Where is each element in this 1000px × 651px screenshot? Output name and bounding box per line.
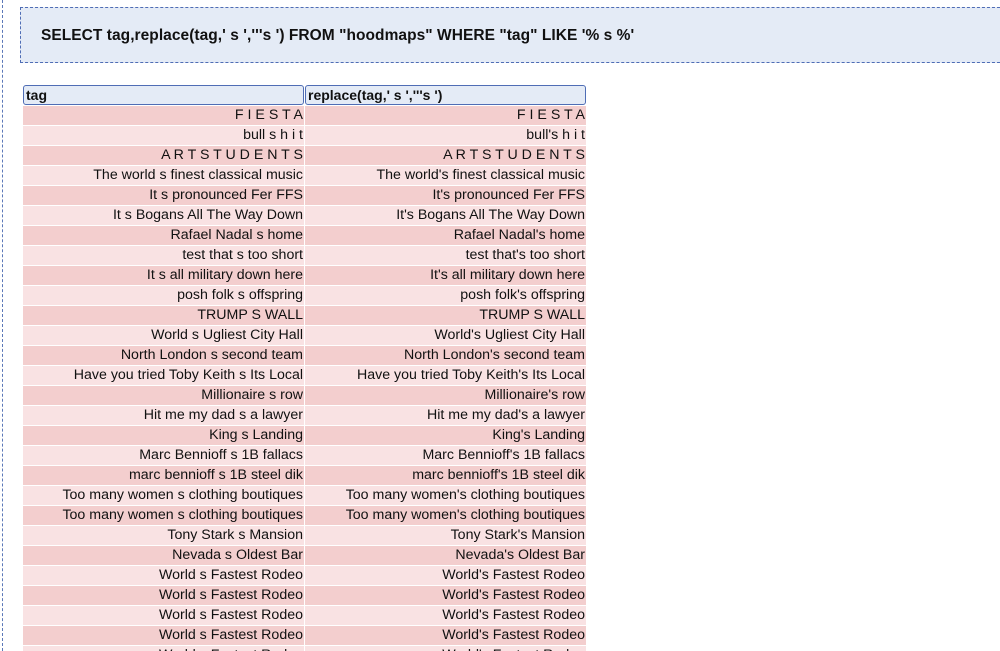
cell-replaced-tag: Nevada's Oldest Bar xyxy=(305,546,586,565)
cell-replaced-tag: Millionaire's row xyxy=(305,386,586,405)
cell-tag: Have you tried Toby Keith s Its Local xyxy=(23,366,304,385)
cell-replaced-tag: King's Landing xyxy=(305,426,586,445)
results-table: tag replace(tag,' s ','''s ') F I E S T … xyxy=(22,84,587,651)
cell-replaced-tag: World's Fastest Rodeo xyxy=(305,606,586,625)
results-header-row: tag replace(tag,' s ','''s ') xyxy=(23,85,586,105)
cell-replaced-tag: marc bennioff's 1B steel dik xyxy=(305,466,586,485)
cell-replaced-tag: It's pronounced Fer FFS xyxy=(305,186,586,205)
cell-tag: World s Fastest Rodeo xyxy=(23,606,304,625)
cell-tag: King s Landing xyxy=(23,426,304,445)
table-row: Have you tried Toby Keith s Its Local Hav… xyxy=(23,366,586,385)
left-divider xyxy=(2,0,3,651)
cell-replaced-tag: Tony Stark's Mansion xyxy=(305,526,586,545)
query-results-page: SELECT tag,replace(tag,' s ','''s ') FRO… xyxy=(0,0,1000,651)
table-row: The world s finest classical music The wo… xyxy=(23,166,586,185)
table-row: TRUMP S WALL TRUMP S WALL xyxy=(23,306,586,325)
cell-tag: Too many women s clothing boutiques xyxy=(23,486,304,505)
table-row: Millionaire s row Millionaire's row xyxy=(23,386,586,405)
table-row: Hit me my dad s a lawyer Hit me my dad's … xyxy=(23,406,586,425)
table-row: World s Fastest RodeoWorld's Fastest Rod… xyxy=(23,586,586,605)
cell-replaced-tag: World's Fastest Rodeo xyxy=(305,586,586,605)
cell-replaced-tag: Too many women's clothing boutiques xyxy=(305,486,586,505)
table-row: posh folk s offspring posh folk's offspri… xyxy=(23,286,586,305)
cell-tag: World s Fastest Rodeo xyxy=(23,566,304,585)
cell-tag: TRUMP S WALL xyxy=(23,306,304,325)
cell-replaced-tag: World's Ugliest City Hall xyxy=(305,326,586,345)
cell-replaced-tag: The world's finest classical music xyxy=(305,166,586,185)
table-row: Tony Stark s Mansion Tony Stark's Mansion xyxy=(23,526,586,545)
cell-replaced-tag: World's Fastest Rodeo xyxy=(305,626,586,645)
cell-tag: Rafael Nadal s home xyxy=(23,226,304,245)
table-row: It s all military down here It's all mili… xyxy=(23,266,586,285)
cell-replaced-tag: Hit me my dad's a lawyer xyxy=(305,406,586,425)
cell-replaced-tag: Have you tried Toby Keith's Its Local xyxy=(305,366,586,385)
cell-tag: A R T S T U D E N T S xyxy=(23,146,304,165)
table-row: marc bennioff s 1B steel dik marc benniof… xyxy=(23,466,586,485)
cell-tag: marc bennioff s 1B steel dik xyxy=(23,466,304,485)
cell-tag: Nevada s Oldest Bar xyxy=(23,546,304,565)
cell-replaced-tag: Marc Bennioff's 1B fallacs xyxy=(305,446,586,465)
table-row: bull s h i t bull's h i t xyxy=(23,126,586,145)
table-row: Nevada s Oldest Bar Nevada's Oldest Bar xyxy=(23,546,586,565)
cell-replaced-tag: A R T S T U D E N T S xyxy=(305,146,586,165)
table-row: A R T S T U D E N T SA R T S T U D E N T… xyxy=(23,146,586,165)
column-header-replace[interactable]: replace(tag,' s ','''s ') xyxy=(305,85,586,105)
cell-replaced-tag: It's all military down here xyxy=(305,266,586,285)
table-row: Rafael Nadal s home Rafael Nadal's home xyxy=(23,226,586,245)
cell-tag: Hit me my dad s a lawyer xyxy=(23,406,304,425)
table-row: World s Fastest RodeoWorld's Fastest Rod… xyxy=(23,646,586,651)
table-row: Marc Bennioff s 1B fallacs Marc Bennioff'… xyxy=(23,446,586,465)
cell-tag: World s Fastest Rodeo xyxy=(23,646,304,651)
cell-tag: Millionaire s row xyxy=(23,386,304,405)
cell-tag: World s Fastest Rodeo xyxy=(23,626,304,645)
table-row: It s Bogans All The Way Down It's Bogans … xyxy=(23,206,586,225)
cell-tag: F I E S T A xyxy=(23,106,304,125)
cell-tag: test that s too short xyxy=(23,246,304,265)
table-row: It s pronounced Fer FFS It's pronounced F… xyxy=(23,186,586,205)
table-row: King s Landing King's Landing xyxy=(23,426,586,445)
cell-tag: The world s finest classical music xyxy=(23,166,304,185)
cell-replaced-tag: North London's second team xyxy=(305,346,586,365)
table-row: World s Fastest RodeoWorld's Fastest Rod… xyxy=(23,606,586,625)
cell-tag: Marc Bennioff s 1B fallacs xyxy=(23,446,304,465)
cell-replaced-tag: Too many women's clothing boutiques xyxy=(305,506,586,525)
cell-tag: bull s h i t xyxy=(23,126,304,145)
cell-tag: World s Ugliest City Hall xyxy=(23,326,304,345)
cell-replaced-tag: Rafael Nadal's home xyxy=(305,226,586,245)
table-row: Too many women s clothing boutiques Too m… xyxy=(23,506,586,525)
cell-replaced-tag: It's Bogans All The Way Down xyxy=(305,206,586,225)
sql-query-panel: SELECT tag,replace(tag,' s ','''s ') FRO… xyxy=(20,7,1000,63)
cell-replaced-tag: TRUMP S WALL xyxy=(305,306,586,325)
cell-replaced-tag: posh folk's offspring xyxy=(305,286,586,305)
cell-tag: It s Bogans All The Way Down xyxy=(23,206,304,225)
table-row: World s Fastest RodeoWorld's Fastest Rod… xyxy=(23,566,586,585)
table-row: test that s too short test that's too sho… xyxy=(23,246,586,265)
results-body: F I E S T AF I E S T Abull s h i t bull's… xyxy=(23,106,586,651)
table-row: North London s second team North London's… xyxy=(23,346,586,365)
cell-tag: World s Fastest Rodeo xyxy=(23,586,304,605)
cell-replaced-tag: test that's too short xyxy=(305,246,586,265)
cell-replaced-tag: F I E S T A xyxy=(305,106,586,125)
table-row: World s Ugliest City Hall World's Ugliest… xyxy=(23,326,586,345)
cell-tag: Tony Stark s Mansion xyxy=(23,526,304,545)
cell-replaced-tag: World's Fastest Rodeo xyxy=(305,566,586,585)
table-row: F I E S T AF I E S T A xyxy=(23,106,586,125)
cell-tag: It s all military down here xyxy=(23,266,304,285)
table-row: Too many women s clothing boutiques Too m… xyxy=(23,486,586,505)
cell-replaced-tag: bull's h i t xyxy=(305,126,586,145)
column-header-tag[interactable]: tag xyxy=(23,85,304,105)
table-row: World s Fastest RodeoWorld's Fastest Rod… xyxy=(23,626,586,645)
cell-tag: posh folk s offspring xyxy=(23,286,304,305)
sql-query-text[interactable]: SELECT tag,replace(tag,' s ','''s ') FRO… xyxy=(41,27,634,45)
cell-tag: North London s second team xyxy=(23,346,304,365)
cell-tag: It s pronounced Fer FFS xyxy=(23,186,304,205)
cell-replaced-tag: World's Fastest Rodeo xyxy=(305,646,586,651)
cell-tag: Too many women s clothing boutiques xyxy=(23,506,304,525)
